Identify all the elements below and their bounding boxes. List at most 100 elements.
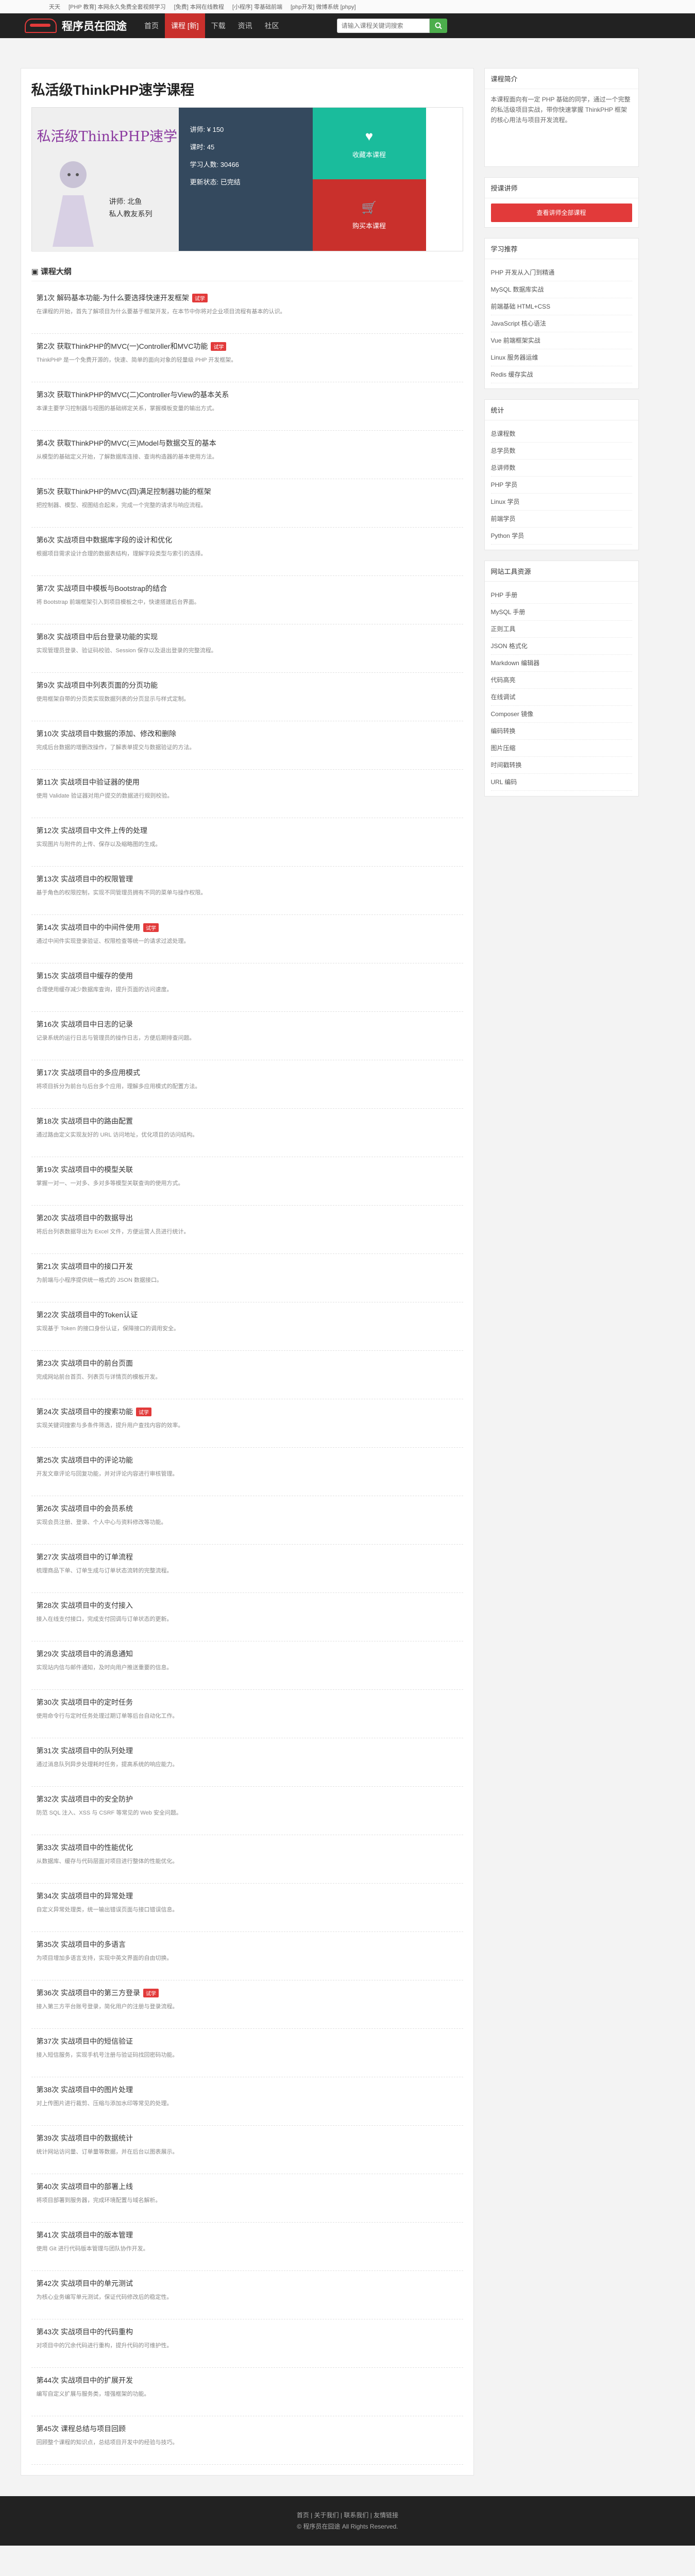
lesson-item[interactable]: 第22次 实战项目中的Token认证 实现基于 Token 的接口身份认证，保障接…	[31, 1302, 463, 1351]
lesson-title-text[interactable]: 第1次 解码基本功能-为什么要选择快速开发框架	[37, 293, 189, 303]
lesson-title[interactable]: 第12次 实战项目中文件上传的处理	[37, 825, 458, 836]
topbar-link[interactable]: [小程序] 零基础前端	[232, 3, 282, 11]
lesson-title[interactable]: 第8次 实战项目中后台登录功能的实现	[37, 632, 458, 642]
lesson-item[interactable]: 第12次 实战项目中文件上传的处理 实现图片与附件的上传、保存以及缩略图的生成。	[31, 818, 463, 867]
lesson-title-text[interactable]: 第12次 实战项目中文件上传的处理	[37, 825, 147, 836]
lesson-title-text[interactable]: 第2次 获取ThinkPHP的MVC(一)Controller和MVC功能	[37, 341, 208, 351]
lesson-title[interactable]: 第45次 课程总结与项目回顾	[37, 2424, 458, 2434]
lesson-title[interactable]: 第5次 获取ThinkPHP的MVC(四)满足控制器功能的框架	[37, 486, 458, 497]
lesson-item[interactable]: 第24次 实战项目中的搜索功能 试学 实现关键词搜索与多条件筛选，提升用户查找内容的…	[31, 1399, 463, 1448]
lesson-item[interactable]: 第31次 实战项目中的队列处理 通过消息队列异步处理耗时任务，提高系统的响应能力。	[31, 1738, 463, 1787]
lesson-title-text[interactable]: 第43次 实战项目中的代码重构	[37, 2327, 133, 2337]
lesson-title[interactable]: 第28次 实战项目中的支付接入	[37, 1600, 458, 1611]
lesson-title[interactable]: 第33次 实战项目中的性能优化	[37, 1842, 458, 1853]
lesson-title-text[interactable]: 第17次 实战项目中的多应用模式	[37, 1067, 140, 1078]
lesson-item[interactable]: 第5次 获取ThinkPHP的MVC(四)满足控制器功能的框架 把控制器、模型、视…	[31, 479, 463, 528]
lesson-title[interactable]: 第15次 实战项目中缓存的使用	[37, 971, 458, 981]
lesson-title[interactable]: 第24次 实战项目中的搜索功能 试学	[37, 1406, 458, 1417]
lesson-item[interactable]: 第1次 解码基本功能-为什么要选择快速开发框架 试学 在课程的开始，首先了解项目为什…	[31, 285, 463, 334]
nav-item[interactable]: 首页	[138, 13, 165, 38]
buy-button[interactable]: 🛒 购买本课程	[312, 179, 426, 251]
lesson-title[interactable]: 第35次 实战项目中的多语言	[37, 1939, 458, 1950]
lesson-title[interactable]: 第31次 实战项目中的队列处理	[37, 1745, 458, 1756]
lesson-title[interactable]: 第39次 实战项目中的数据统计	[37, 2133, 458, 2143]
lesson-title-text[interactable]: 第3次 获取ThinkPHP的MVC(二)Controller与View的基本关…	[37, 389, 229, 400]
topbar-link[interactable]: [PHP 教育] 本网永久免费全套视频学习	[69, 3, 166, 11]
tool-link[interactable]: 时间戳转换	[490, 757, 632, 774]
tool-link[interactable]: 正则工具	[490, 621, 632, 638]
lesson-title-text[interactable]: 第34次 实战项目中的异常处理	[37, 1891, 133, 1901]
tool-link[interactable]: 编码转换	[490, 723, 632, 740]
lesson-title-text[interactable]: 第7次 实战项目中模板与Bootstrap的结合	[37, 583, 167, 594]
lesson-item[interactable]: 第44次 实战项目中的扩展开发 编写自定义扩展与服务类，增强框架的功能。	[31, 2368, 463, 2416]
lesson-title[interactable]: 第1次 解码基本功能-为什么要选择快速开发框架 试学	[37, 293, 458, 303]
lesson-title[interactable]: 第11次 实战项目中验证器的使用	[37, 777, 458, 787]
tool-link[interactable]: MySQL 手册	[490, 604, 632, 621]
tool-link[interactable]: 在线调试	[490, 689, 632, 706]
lesson-title-text[interactable]: 第8次 实战项目中后台登录功能的实现	[37, 632, 158, 642]
lesson-item[interactable]: 第8次 实战项目中后台登录功能的实现 实现管理员登录、验证码校验、Session …	[31, 624, 463, 673]
lesson-title[interactable]: 第18次 实战项目中的路由配置	[37, 1116, 458, 1126]
recommend-item[interactable]: 前端基础 HTML+CSS	[490, 298, 632, 315]
lesson-title[interactable]: 第34次 实战项目中的异常处理	[37, 1891, 458, 1901]
lesson-item[interactable]: 第40次 实战项目中的部署上线 将项目部署到服务器，完成环境配置与域名解析。	[31, 2174, 463, 2223]
favorite-button[interactable]: ♥ 收藏本课程	[312, 108, 426, 179]
lesson-item[interactable]: 第10次 实战项目中数据的添加、修改和删除 完成后台数据的增删改操作，了解表单提交…	[31, 721, 463, 770]
lesson-title[interactable]: 第17次 实战项目中的多应用模式	[37, 1067, 458, 1078]
lesson-item[interactable]: 第25次 实战项目中的评论功能 开发文章评论与回复功能，并对评论内容进行审核管理。	[31, 1448, 463, 1496]
lesson-item[interactable]: 第19次 实战项目中的模型关联 掌握一对一、一对多、多对多等模型关联查询的使用方式…	[31, 1157, 463, 1206]
lesson-item[interactable]: 第20次 实战项目中的数据导出 将后台列表数据导出为 Excel 文件，方便运营人…	[31, 1206, 463, 1254]
lesson-title-text[interactable]: 第18次 实战项目中的路由配置	[37, 1116, 133, 1126]
lesson-item[interactable]: 第13次 实战项目中的权限管理 基于角色的权限控制，实现不同管理员拥有不同的菜单与…	[31, 867, 463, 915]
lesson-title-text[interactable]: 第31次 实战项目中的队列处理	[37, 1745, 133, 1756]
lesson-title-text[interactable]: 第22次 实战项目中的Token认证	[37, 1310, 138, 1320]
nav-item[interactable]: 社区	[259, 13, 285, 38]
lesson-item[interactable]: 第45次 课程总结与项目回顾 回顾整个课程的知识点，总结项目开发中的经验与技巧。	[31, 2416, 463, 2465]
site-logo[interactable]: 程序员在囧途	[25, 18, 138, 33]
lesson-title-text[interactable]: 第37次 实战项目中的短信验证	[37, 2036, 133, 2046]
nav-item[interactable]: 资讯	[232, 13, 259, 38]
lesson-title[interactable]: 第29次 实战项目中的消息通知	[37, 1649, 458, 1659]
lesson-title-text[interactable]: 第28次 实战项目中的支付接入	[37, 1600, 133, 1611]
recommend-item[interactable]: JavaScript 核心语法	[490, 315, 632, 332]
lesson-title-text[interactable]: 第45次 课程总结与项目回顾	[37, 2424, 126, 2434]
lesson-item[interactable]: 第4次 获取ThinkPHP的MVC(三)Model与数据交互的基本 从模型的基础…	[31, 431, 463, 479]
recommend-item[interactable]: PHP 开发从入门到精通	[490, 264, 632, 281]
nav-item[interactable]: 课程 [新]	[165, 13, 205, 38]
lesson-title-text[interactable]: 第39次 实战项目中的数据统计	[37, 2133, 133, 2143]
lesson-title-text[interactable]: 第16次 实战项目中日志的记录	[37, 1019, 133, 1029]
lesson-title[interactable]: 第43次 实战项目中的代码重构	[37, 2327, 458, 2337]
lesson-item[interactable]: 第2次 获取ThinkPHP的MVC(一)Controller和MVC功能 试学 T…	[31, 334, 463, 382]
lesson-item[interactable]: 第6次 实战项目中数据库字段的设计和优化 根据项目需求设计合理的数据表结构，理解字…	[31, 528, 463, 576]
lesson-title[interactable]: 第32次 实战项目中的安全防护	[37, 1794, 458, 1804]
lesson-title[interactable]: 第40次 实战项目中的部署上线	[37, 2181, 458, 2192]
lesson-title-text[interactable]: 第20次 实战项目中的数据导出	[37, 1213, 133, 1223]
lesson-item[interactable]: 第30次 实战项目中的定时任务 使用命令行与定时任务处理过期订单等后台自动化工作。	[31, 1690, 463, 1738]
lesson-title-text[interactable]: 第24次 实战项目中的搜索功能	[37, 1406, 133, 1417]
lesson-title-text[interactable]: 第26次 实战项目中的会员系统	[37, 1503, 133, 1514]
lesson-title[interactable]: 第2次 获取ThinkPHP的MVC(一)Controller和MVC功能 试学	[37, 341, 458, 351]
lesson-item[interactable]: 第27次 实战项目中的订单流程 梳理商品下单、订单生成与订单状态流转的完整流程。	[31, 1545, 463, 1593]
lesson-title-text[interactable]: 第19次 实战项目中的模型关联	[37, 1164, 133, 1175]
lesson-item[interactable]: 第7次 实战项目中模板与Bootstrap的结合将 Bootstrap 前端框架…	[31, 576, 463, 624]
lesson-title[interactable]: 第38次 实战项目中的图片处理	[37, 2084, 458, 2095]
lesson-item[interactable]: 第9次 实战项目中列表页面的分页功能 使用框架自带的分页类实现数据列表的分页显示与…	[31, 673, 463, 721]
tool-link[interactable]: Composer 镜像	[490, 706, 632, 723]
lesson-item[interactable]: 第34次 实战项目中的异常处理 自定义异常处理类，统一输出错误页面与接口错误信息。	[31, 1884, 463, 1932]
lesson-title[interactable]: 第25次 实战项目中的评论功能	[37, 1455, 458, 1465]
lesson-item[interactable]: 第43次 实战项目中的代码重构 对项目中的冗余代码进行重构，提升代码的可维护性。	[31, 2319, 463, 2368]
lesson-item[interactable]: 第29次 实战项目中的消息通知 实现站内信与邮件通知，及时向用户推送重要的信息。	[31, 1641, 463, 1690]
lesson-title-text[interactable]: 第41次 实战项目中的版本管理	[37, 2230, 133, 2240]
lesson-title-text[interactable]: 第35次 实战项目中的多语言	[37, 1939, 126, 1950]
lesson-title[interactable]: 第42次 实战项目中的单元测试	[37, 2278, 458, 2289]
lesson-title[interactable]: 第9次 实战项目中列表页面的分页功能	[37, 680, 458, 690]
recommend-item[interactable]: Linux 服务器运维	[490, 349, 632, 366]
topbar-link[interactable]: 天天	[49, 3, 60, 11]
lesson-title[interactable]: 第20次 实战项目中的数据导出	[37, 1213, 458, 1223]
lesson-item[interactable]: 第32次 实战项目中的安全防护 防范 SQL 注入、XSS 与 CSRF 等常见的…	[31, 1787, 463, 1835]
lesson-item[interactable]: 第35次 实战项目中的多语言 为项目增加多语言支持，实现中英文界面的自由切换。	[31, 1932, 463, 1980]
lesson-item[interactable]: 第38次 实战项目中的图片处理 对上传图片进行裁剪、压缩与添加水印等常见的处理。	[31, 2077, 463, 2126]
lesson-title[interactable]: 第21次 实战项目中的接口开发	[37, 1261, 458, 1272]
lesson-title-text[interactable]: 第5次 获取ThinkPHP的MVC(四)满足控制器功能的框架	[37, 486, 211, 497]
lesson-title-text[interactable]: 第42次 实战项目中的单元测试	[37, 2278, 133, 2289]
